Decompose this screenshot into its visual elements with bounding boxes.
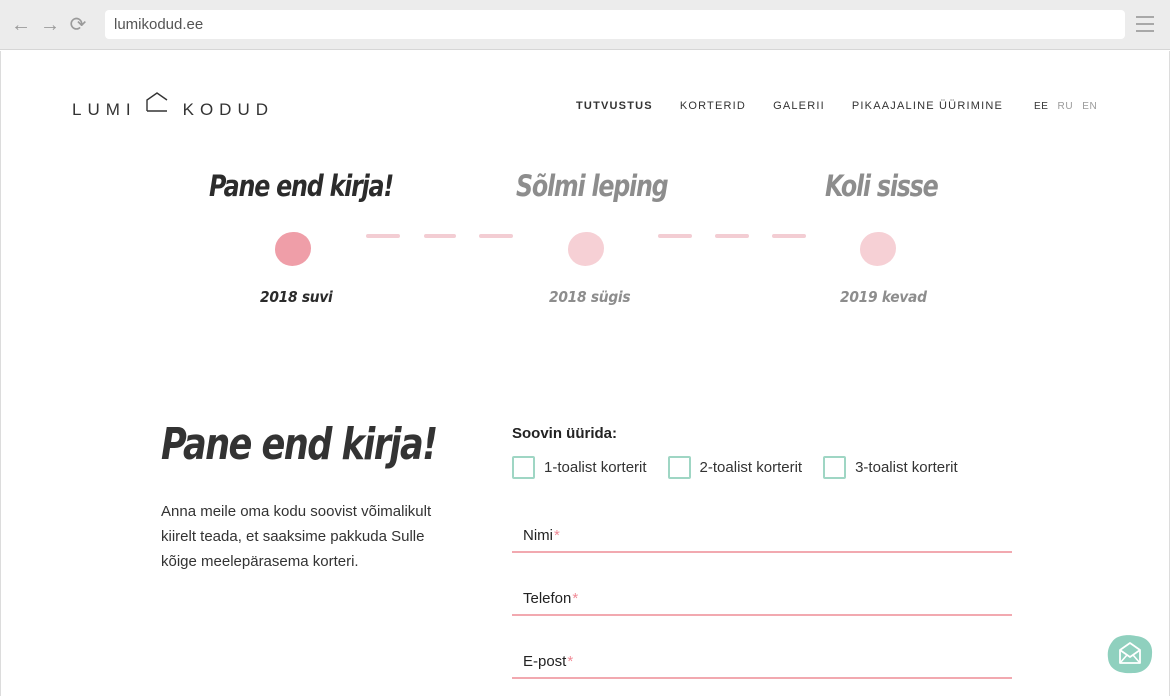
timeline-dash bbox=[366, 234, 400, 238]
main-nav: TUTVUSTUS KORTERID GALERII PIKAAJALINE Ü… bbox=[576, 100, 1030, 112]
email-field[interactable]: E-post* bbox=[512, 635, 1012, 679]
checkbox[interactable] bbox=[823, 456, 847, 479]
logo[interactable]: LUMI KODUD bbox=[72, 92, 275, 120]
field-label: Nimi* bbox=[523, 527, 560, 544]
step-dot-active bbox=[275, 232, 311, 266]
logo-text-lumi: LUMI bbox=[72, 100, 137, 119]
nav-korterid[interactable]: KORTERID bbox=[680, 100, 746, 112]
logo-text-kodud: KODUD bbox=[182, 100, 275, 119]
phone-field[interactable]: Telefon* bbox=[512, 572, 1012, 616]
envelope-icon bbox=[1107, 635, 1153, 674]
nav-pikaajaline-uurimine[interactable]: PIKAAJALINE ÜÜRIMINE bbox=[852, 100, 1003, 112]
address-bar[interactable]: lumikodud.ee bbox=[105, 10, 1125, 39]
lang-ee[interactable]: EE bbox=[1034, 101, 1049, 112]
contact-mail-button[interactable] bbox=[1106, 634, 1154, 674]
step-date-1: 2018 suvi bbox=[260, 288, 333, 306]
step-title-2: Sõlmi leping bbox=[516, 169, 669, 203]
step-dot-3 bbox=[860, 232, 896, 266]
signup-heading: Pane end kirja! bbox=[161, 419, 438, 470]
step-title-3: Koli sisse bbox=[825, 169, 939, 203]
nav-galerii[interactable]: GALERII bbox=[773, 100, 825, 112]
nav-tutvustus[interactable]: TUTVUSTUS bbox=[576, 100, 653, 112]
checkbox-label: 1-toalist korterit bbox=[544, 459, 647, 476]
step-date-3: 2019 kevad bbox=[840, 288, 927, 306]
checkbox[interactable] bbox=[512, 456, 535, 479]
checkbox[interactable] bbox=[667, 456, 691, 479]
lang-en[interactable]: EN bbox=[1082, 101, 1097, 112]
forward-arrow-icon[interactable]: → bbox=[39, 14, 61, 36]
hamburger-icon[interactable] bbox=[1136, 16, 1154, 32]
timeline-dash bbox=[658, 234, 692, 238]
browser-toolbar: ← → ⟳ lumikodud.ee bbox=[0, 0, 1170, 50]
required-mark: * bbox=[567, 653, 574, 670]
checkbox-label: 3-toalist korterit bbox=[855, 459, 958, 476]
option-3-room[interactable]: 3-toalist korterit bbox=[823, 456, 958, 479]
rent-label: Soovin üürida: bbox=[512, 425, 617, 442]
field-label: Telefon* bbox=[523, 590, 579, 607]
page-content: LUMI KODUD TUTVUSTUS KORTERID GALERII PI… bbox=[0, 51, 1170, 696]
apartment-type-options: 1-toalist korterit 2-toalist korterit 3-… bbox=[512, 456, 979, 479]
signup-intro: Anna meile oma kodu soovist võimalikult … bbox=[161, 503, 432, 570]
house-outline-icon bbox=[145, 92, 169, 117]
option-2-room[interactable]: 2-toalist korterit bbox=[667, 456, 803, 479]
step-dot-2 bbox=[568, 232, 604, 266]
timeline-dash bbox=[715, 234, 749, 238]
required-mark: * bbox=[572, 590, 579, 607]
step-date-2: 2018 sügis bbox=[549, 288, 631, 306]
timeline-dash bbox=[479, 234, 513, 238]
timeline-dash bbox=[772, 234, 806, 238]
timeline-dash bbox=[424, 234, 456, 238]
name-field[interactable]: Nimi* bbox=[512, 509, 1012, 553]
step-title-1: Pane end kirja! bbox=[209, 169, 394, 203]
reload-icon[interactable]: ⟳ bbox=[67, 14, 89, 36]
lang-ru[interactable]: RU bbox=[1058, 101, 1074, 112]
field-label: E-post* bbox=[523, 653, 574, 670]
required-mark: * bbox=[554, 527, 560, 544]
language-switcher: EE RU EN bbox=[1034, 101, 1106, 112]
checkbox-label: 2-toalist korterit bbox=[699, 459, 803, 476]
back-arrow-icon[interactable]: ← bbox=[10, 14, 32, 36]
option-1-room[interactable]: 1-toalist korterit bbox=[512, 456, 647, 479]
